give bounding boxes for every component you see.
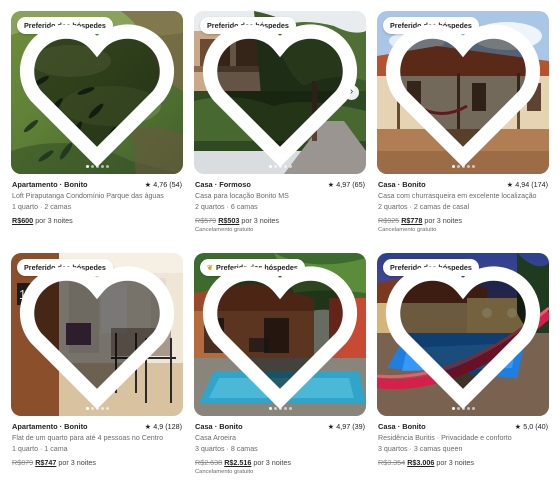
listing-type: Casa · Bonito [378,422,426,431]
listing-rating: ★ 4,94 (174) [507,180,548,189]
listing-photo[interactable]: Preferido dos hóspedes [11,11,183,174]
listing-card[interactable]: Preferido dos hóspedes Casa · Bonito ★ 5… [377,253,549,467]
listing-rating: ★ 4,76 (54) [145,180,182,189]
original-price: R$3.354 [378,458,406,467]
original-price: R$879 [12,458,34,467]
listing-title: Flat de um quarto para até 4 pessoas no … [12,434,164,442]
price-period: por 3 noites [436,458,474,467]
star-icon: ★ [514,422,524,431]
star-icon: ★ [327,180,337,189]
carousel-dots [194,165,366,168]
star-icon: ★ [144,422,154,431]
star-icon: ★ [506,180,516,189]
listing-card[interactable]: Preferido dos hóspedes Casa · Bonito ★ 4… [377,11,549,233]
carousel-dots [11,165,183,168]
price-period: por 3 noites [424,216,462,225]
heart-icon[interactable] [377,253,549,416]
listing-rating: ★ 4,9 (128) [145,422,182,431]
listing-photo[interactable]: Preferido dos hóspedes [377,253,549,416]
listing-photo[interactable]: Preferido dos hóspedes › [194,11,366,174]
carousel-dots [11,407,183,410]
listing-price: R$925 R$778 por 3 noites [378,216,549,225]
current-price[interactable]: R$2.516 [224,458,251,467]
listing-rating: ★ 5,0 (40) [515,422,548,431]
listing-details: 1 quarto · 2 camas [12,203,72,211]
listing-title: Casa com churrasqueira em excelente loca… [378,192,537,200]
carousel-dots [377,165,549,168]
listing-title: Casa para locação Bonito MS [195,192,289,200]
listing-details: 3 quartos · 3 camas queen [378,445,463,453]
rating-value: 4,9 (128) [153,422,182,431]
listing-photo[interactable]: 10 Preferido dos hóspedes [11,253,183,416]
current-price[interactable]: R$600 [12,216,33,225]
heart-icon[interactable] [11,11,183,174]
star-icon: ★ [327,422,337,431]
price-period: por 3 noites [35,216,73,225]
listing-title: Casa Aroeira [195,434,237,442]
rating-value: 4,97 (65) [336,180,365,189]
heart-icon[interactable] [11,253,183,416]
listing-price: R$579 R$503 por 3 noites [195,216,366,225]
rating-value: 4,76 (54) [153,180,182,189]
listing-photo[interactable]: ❦Preferido dos hóspedes [194,253,366,416]
listing-price: R$2.638 R$2.516 por 3 noites [195,458,366,467]
original-price: R$579 [195,216,217,225]
heart-icon[interactable] [194,253,366,416]
listing-rating: ★ 4,97 (65) [328,180,365,189]
price-period: por 3 noites [253,458,291,467]
listing-price: R$600 por 3 noites [12,216,183,225]
listing-card[interactable]: Preferido dos hóspedes › Casa · Formoso … [194,11,366,233]
rating-value: 5,0 (40) [523,422,548,431]
heart-icon[interactable] [377,11,549,174]
star-icon: ★ [144,180,154,189]
carousel-dots [194,407,366,410]
free-cancellation: Cancelamento gratuito [378,227,437,233]
listing-type: Casa · Bonito [378,180,426,189]
listing-price: R$3.354 R$3.006 por 3 noites [378,458,549,467]
current-price[interactable]: R$747 [35,458,56,467]
listing-type: Casa · Bonito [195,422,243,431]
listing-price: R$879 R$747 por 3 noites [12,458,183,467]
listing-card[interactable]: Preferido dos hóspedes Apartamento · Bon… [11,11,183,225]
rating-value: 4,94 (174) [515,180,548,189]
listing-rating: ★ 4,97 (39) [328,422,365,431]
listing-type: Apartamento · Bonito [12,180,88,189]
price-period: por 3 noites [58,458,96,467]
listing-details: 1 quarto · 1 cama [12,445,68,453]
listing-title: Residência Buritis · Privacidade e confo… [378,434,512,442]
listing-details: 2 quartos · 6 camas [195,203,258,211]
listing-type: Apartamento · Bonito [12,422,88,431]
listing-details: 3 quartos · 8 camas [195,445,258,453]
current-price[interactable]: R$778 [401,216,422,225]
current-price[interactable]: R$503 [218,216,239,225]
listing-card[interactable]: ❦Preferido dos hóspedes Casa · Bonito ★ … [194,253,366,475]
current-price[interactable]: R$3.006 [407,458,434,467]
listing-title: Loft Piraputanga Condomínio Parque das á… [12,192,164,200]
original-price: R$925 [378,216,400,225]
chevron-right-icon[interactable]: › [344,85,359,100]
rating-value: 4,97 (39) [336,422,365,431]
listing-details: 2 quartos · 2 camas de casal [378,203,470,211]
free-cancellation: Cancelamento gratuito [195,469,254,475]
listing-photo[interactable]: Preferido dos hóspedes [377,11,549,174]
listing-card[interactable]: 10 Preferido dos hóspedes Apartamento · … [11,253,183,467]
heart-icon[interactable] [194,11,366,174]
price-period: por 3 noites [241,216,279,225]
carousel-dots [377,407,549,410]
listing-type: Casa · Formoso [195,180,251,189]
free-cancellation: Cancelamento gratuito [195,227,254,233]
original-price: R$2.638 [195,458,223,467]
